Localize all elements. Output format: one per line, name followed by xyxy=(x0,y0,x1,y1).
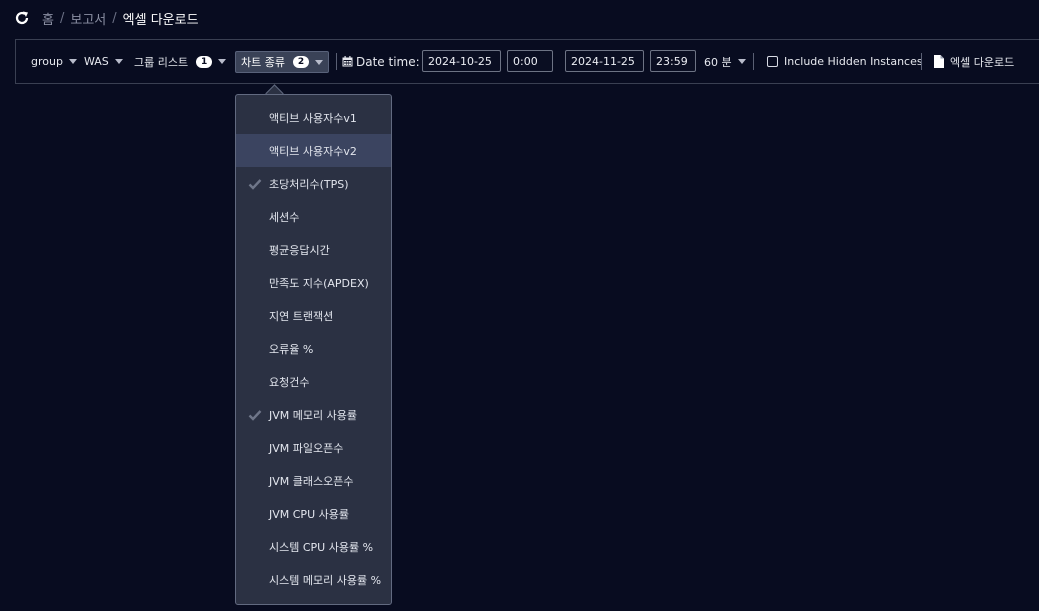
chart-type-option[interactable]: 오류율 % xyxy=(236,332,391,365)
caret-down-icon xyxy=(114,59,123,64)
breadcrumb-reports[interactable]: 보고서 xyxy=(70,9,106,28)
was-select-label: WAS xyxy=(84,55,109,68)
breadcrumb-separator: / xyxy=(112,10,117,26)
chart-type-option-label: 평균응답시간 xyxy=(269,243,330,257)
divider xyxy=(336,53,337,70)
end-date-input[interactable]: 2024-11-25 xyxy=(565,50,644,72)
divider xyxy=(921,53,922,70)
group-list-count-badge: 1 xyxy=(196,55,213,68)
page-title: 엑셀 다운로드 xyxy=(122,12,199,28)
chart-type-option-label: 초당처리수(TPS) xyxy=(269,177,349,191)
was-select[interactable]: WAS xyxy=(84,40,123,83)
checkmark-icon xyxy=(248,178,262,190)
caret-down-icon xyxy=(68,59,77,64)
chart-type-option-label: 액티브 사용자수v1 xyxy=(269,111,357,125)
chart-type-option-label: 시스템 메모리 사용률 % xyxy=(269,573,382,587)
group-select-label: group xyxy=(31,55,63,68)
calendar-icon xyxy=(342,56,353,67)
breadcrumb: 홈 / 보고서 / 엑셀 다운로드 xyxy=(14,8,199,28)
chart-type-option[interactable]: 세션수 xyxy=(236,200,391,233)
chart-type-option[interactable]: 액티브 사용자수v2 xyxy=(236,134,391,167)
chart-type-option[interactable]: JVM CPU 사용률 xyxy=(236,497,391,530)
chart-type-option[interactable]: 시스템 메모리 사용률 % xyxy=(236,563,391,596)
interval-label: 60 분 xyxy=(704,55,732,69)
chart-type-option[interactable]: JVM 메모리 사용률 xyxy=(236,398,391,431)
filter-toolbar: group WAS 그룹 리스트 1 차트 종류 2 Date time: 20… xyxy=(15,39,1039,84)
date-time-label-group: Date time: xyxy=(342,40,420,83)
caret-down-icon xyxy=(314,59,323,65)
chart-type-option-label: JVM 파일오픈수 xyxy=(269,441,344,455)
caret-down-icon xyxy=(737,59,746,64)
end-time-input[interactable]: 23:59 xyxy=(650,50,696,72)
chart-type-option[interactable]: JVM 파일오픈수 xyxy=(236,431,391,464)
chart-type-option-label: 세션수 xyxy=(269,210,300,224)
caret-down-icon xyxy=(218,59,227,64)
chart-type-option[interactable]: JVM 클래스오픈수 xyxy=(236,464,391,497)
chart-type-option[interactable]: 평균응답시간 xyxy=(236,233,391,266)
chart-type-option[interactable]: 액티브 사용자수v1 xyxy=(236,101,391,134)
group-select[interactable]: group xyxy=(31,40,77,83)
refresh-icon[interactable] xyxy=(14,10,30,26)
chart-type-option[interactable]: 요청건수 xyxy=(236,365,391,398)
include-hidden-checkbox[interactable] xyxy=(767,56,778,67)
interval-select[interactable]: 60 분 xyxy=(704,40,746,83)
chart-type-option-label: JVM 클래스오픈수 xyxy=(269,474,354,488)
start-date-input[interactable]: 2024-10-25 xyxy=(422,50,501,72)
date-time-label: Date time: xyxy=(356,54,420,69)
file-icon xyxy=(934,55,944,68)
breadcrumb-separator: / xyxy=(59,10,65,26)
chart-type-option-label: JVM 메모리 사용률 xyxy=(269,408,357,422)
excel-download-button[interactable]: 엑셀 다운로드 xyxy=(934,40,1014,83)
include-hidden-label: Include Hidden Instances xyxy=(784,55,923,68)
chart-type-option-label: 요청건수 xyxy=(269,375,310,389)
divider xyxy=(753,53,754,70)
chart-type-option-label: 액티브 사용자수v2 xyxy=(269,144,357,158)
chart-type-option-label: JVM CPU 사용률 xyxy=(269,507,349,521)
chart-type-select[interactable]: 차트 종류 2 xyxy=(235,51,329,73)
include-hidden-toggle[interactable]: Include Hidden Instances xyxy=(767,40,923,83)
chart-type-option-label: 시스템 CPU 사용률 % xyxy=(269,540,374,554)
chart-type-option-label: 만족도 지수(APDEX) xyxy=(269,276,369,290)
chart-type-option[interactable]: 지연 트랜잭션 xyxy=(236,299,391,332)
group-list-label: 그룹 리스트 xyxy=(134,55,189,69)
chart-type-option-label: 지연 트랜잭션 xyxy=(269,309,334,323)
chart-type-option-label: 오류율 % xyxy=(269,342,314,356)
group-list-select[interactable]: 그룹 리스트 1 xyxy=(134,40,227,83)
chart-type-option[interactable]: 시스템 CPU 사용률 % xyxy=(236,530,391,563)
chart-type-label: 차트 종류 xyxy=(241,56,285,69)
start-time-input[interactable]: 0:00 xyxy=(507,50,553,72)
breadcrumb-home[interactable]: 홈 xyxy=(42,9,54,28)
checkmark-icon xyxy=(248,409,262,421)
excel-download-label: 엑셀 다운로드 xyxy=(950,55,1015,69)
chart-type-dropdown: 액티브 사용자수v1 액티브 사용자수v2 초당처리수(TPS) 세션수평균응답시간만… xyxy=(235,94,392,605)
chart-type-option[interactable]: 초당처리수(TPS) xyxy=(236,167,391,200)
chart-type-count-badge: 2 xyxy=(292,56,309,68)
chart-type-option[interactable]: 만족도 지수(APDEX) xyxy=(236,266,391,299)
